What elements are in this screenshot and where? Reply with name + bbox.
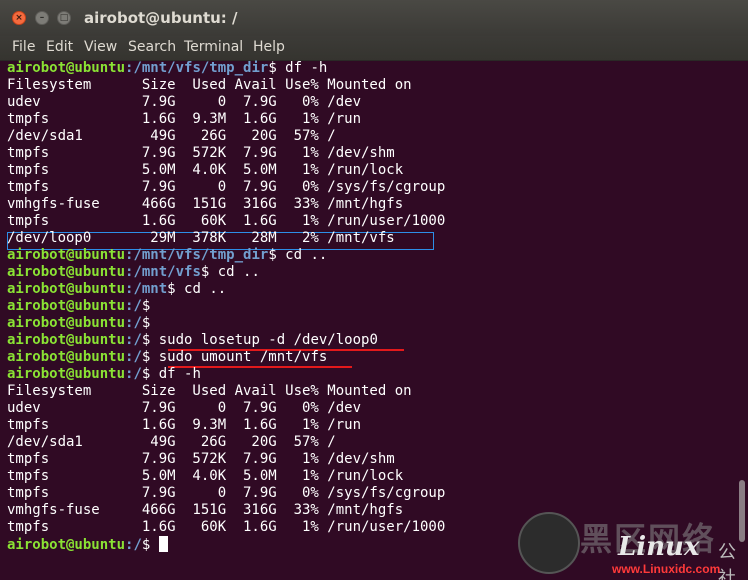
output-line: /dev/loop0 29M 378K 28M 2% /mnt/vfs bbox=[7, 230, 395, 246]
maximize-icon: □ bbox=[59, 13, 69, 23]
prompt-user: airobot@ubuntu bbox=[7, 315, 126, 331]
penguin-logo-icon bbox=[518, 512, 580, 574]
prompt-line: airobot@ubuntu:/$ sudo umount /mnt/vfs bbox=[7, 349, 737, 366]
prompt-line: airobot@ubuntu:/mnt/vfs$ cd .. bbox=[7, 264, 737, 281]
prompt-path: :/ bbox=[125, 332, 142, 348]
menu-search[interactable]: Search bbox=[128, 39, 176, 55]
output-line: tmpfs 1.6G 9.3M 1.6G 1% /run bbox=[7, 417, 362, 433]
terminal-output[interactable]: airobot@ubuntu:/mnt/vfs/tmp_dir$ df -h Fi… bbox=[7, 60, 737, 580]
prompt-user: airobot@ubuntu bbox=[7, 537, 126, 553]
output-line: tmpfs 5.0M 4.0K 5.0M 1% /run/lock bbox=[7, 162, 404, 178]
command-text: $ bbox=[141, 315, 151, 331]
output-line: /dev/sda1 49G 26G 20G 57% / bbox=[7, 128, 336, 144]
prompt-path: :/ bbox=[125, 349, 142, 365]
watermark-cn: 公社 bbox=[718, 542, 736, 580]
maximize-button[interactable]: □ bbox=[57, 11, 71, 25]
menu-view[interactable]: View bbox=[84, 39, 117, 55]
prompt-line: airobot@ubuntu:/mnt$ cd .. bbox=[7, 281, 737, 298]
prompt-user: airobot@ubuntu bbox=[7, 332, 126, 348]
prompt-user: airobot@ubuntu bbox=[7, 60, 126, 76]
output-line: Filesystem Size Used Avail Use% Mounted … bbox=[7, 383, 412, 399]
output-line: vmhgfs-fuse 466G 151G 316G 33% /mnt/hgfs bbox=[7, 196, 404, 212]
command-text: $ bbox=[141, 537, 159, 553]
output-line: tmpfs 7.9G 572K 7.9G 1% /dev/shm bbox=[7, 145, 395, 161]
watermark-brand: Linux bbox=[618, 532, 700, 562]
minimize-icon: – bbox=[39, 13, 45, 23]
output-line: tmpfs 7.9G 0 7.9G 0% /sys/fs/cgroup bbox=[7, 485, 446, 501]
output-line: /dev/sda1 49G 26G 20G 57% / bbox=[7, 434, 336, 450]
prompt-path: :/ bbox=[125, 366, 142, 382]
menu-file[interactable]: File bbox=[12, 39, 35, 55]
watermark-url: www.Linuxidc.com bbox=[612, 562, 721, 576]
command-text: $ cd .. bbox=[200, 264, 260, 280]
prompt-user: airobot@ubuntu bbox=[7, 349, 126, 365]
prompt-line: airobot@ubuntu:/mnt/vfs/tmp_dir$ cd .. bbox=[7, 247, 737, 264]
prompt-line: airobot@ubuntu:/mnt/vfs/tmp_dir$ df -h bbox=[7, 60, 737, 77]
prompt-line: airobot@ubuntu:/$ bbox=[7, 315, 737, 332]
command-text: $ df -h bbox=[141, 366, 201, 382]
output-line: tmpfs 1.6G 60K 1.6G 1% /run/user/1000 bbox=[7, 213, 446, 229]
title-bar[interactable]: × – □ airobot@ubuntu: / bbox=[0, 0, 748, 36]
minimize-button[interactable]: – bbox=[35, 11, 49, 25]
prompt-path: :/ bbox=[125, 537, 142, 553]
terminal-window: × – □ airobot@ubuntu: / File Edit View S… bbox=[0, 0, 748, 580]
prompt-path: :/mnt bbox=[125, 281, 168, 297]
output-line: udev 7.9G 0 7.9G 0% /dev bbox=[7, 94, 362, 110]
prompt-user: airobot@ubuntu bbox=[7, 247, 126, 263]
output-line: udev 7.9G 0 7.9G 0% /dev bbox=[7, 400, 362, 416]
watermark: 黑区网络 Linux 公社 www.Linuxidc.com bbox=[518, 512, 748, 580]
window-title: airobot@ubuntu: / bbox=[84, 9, 238, 27]
prompt-user: airobot@ubuntu bbox=[7, 264, 126, 280]
prompt-path: :/ bbox=[125, 298, 142, 314]
close-button[interactable]: × bbox=[12, 11, 26, 25]
close-icon: × bbox=[15, 13, 23, 23]
prompt-path: :/mnt/vfs bbox=[125, 264, 201, 280]
text-cursor bbox=[158, 536, 168, 552]
prompt-line: airobot@ubuntu:/$ bbox=[7, 298, 737, 315]
command-text: $ cd .. bbox=[268, 247, 328, 263]
menu-help[interactable]: Help bbox=[253, 39, 285, 55]
output-line: tmpfs 5.0M 4.0K 5.0M 1% /run/lock bbox=[7, 468, 404, 484]
prompt-line: airobot@ubuntu:/$ sudo losetup -d /dev/l… bbox=[7, 332, 737, 349]
prompt-user: airobot@ubuntu bbox=[7, 298, 126, 314]
command-text: $ bbox=[141, 298, 151, 314]
prompt-path: :/mnt/vfs/tmp_dir bbox=[125, 60, 269, 76]
prompt-line: airobot@ubuntu:/$ df -h bbox=[7, 366, 737, 383]
prompt-path: :/mnt/vfs/tmp_dir bbox=[125, 247, 269, 263]
output-line: tmpfs 7.9G 572K 7.9G 1% /dev/shm bbox=[7, 451, 395, 467]
prompt-user: airobot@ubuntu bbox=[7, 281, 126, 297]
output-line: tmpfs 1.6G 9.3M 1.6G 1% /run bbox=[7, 111, 362, 127]
command-text: $ df -h bbox=[268, 60, 328, 76]
menu-edit[interactable]: Edit bbox=[46, 39, 73, 55]
command-text: $ sudo losetup -d /dev/loop0 bbox=[141, 332, 378, 348]
prompt-user: airobot@ubuntu bbox=[7, 366, 126, 382]
command-text: $ cd .. bbox=[167, 281, 227, 297]
output-line: Filesystem Size Used Avail Use% Mounted … bbox=[7, 77, 412, 93]
command-text: $ sudo umount /mnt/vfs bbox=[141, 349, 328, 365]
prompt-path: :/ bbox=[125, 315, 142, 331]
output-line: tmpfs 7.9G 0 7.9G 0% /sys/fs/cgroup bbox=[7, 179, 446, 195]
menu-bar: File Edit View Search Terminal Help bbox=[0, 36, 748, 61]
menu-terminal[interactable]: Terminal bbox=[184, 39, 243, 55]
